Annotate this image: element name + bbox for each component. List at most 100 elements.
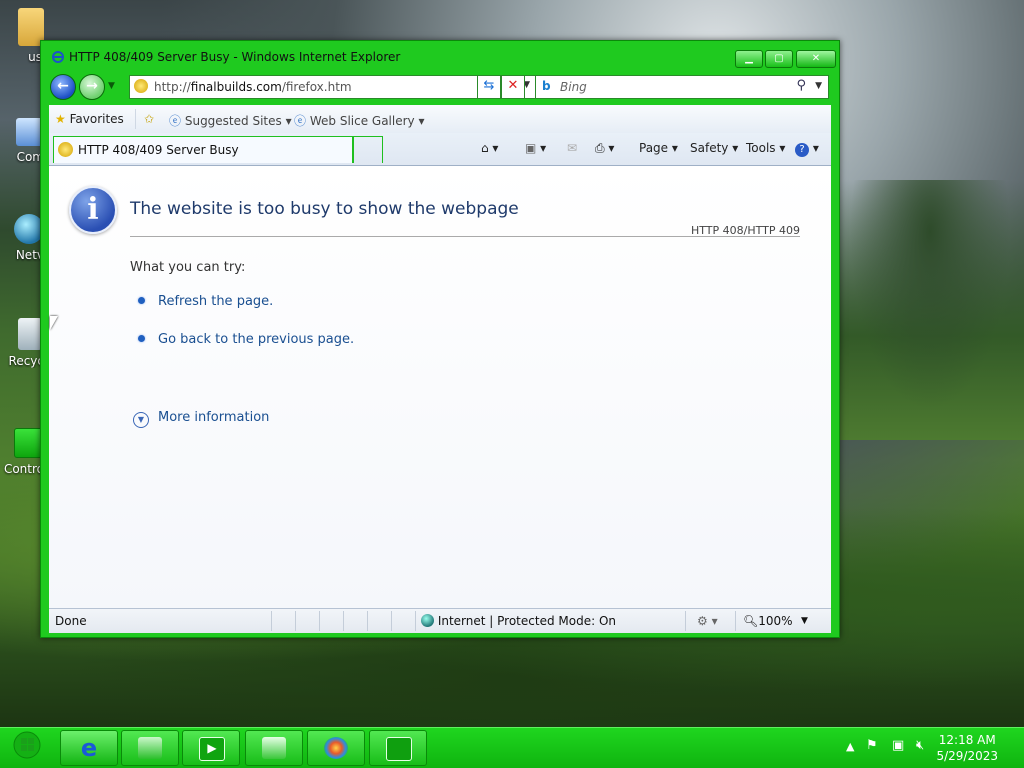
divider bbox=[343, 611, 344, 631]
tab-active[interactable]: HTTP 408/409 Server Busy bbox=[53, 136, 353, 163]
divider bbox=[295, 611, 296, 631]
new-tab-button[interactable] bbox=[353, 136, 383, 163]
protected-mode-icon[interactable]: ⚙ ▾ bbox=[697, 614, 718, 628]
status-bar: Done Internet | Protected Mode: On ⚙ ▾ 🔍… bbox=[49, 608, 831, 633]
clock[interactable]: 12:18 AM 5/29/2023 bbox=[936, 732, 998, 764]
tools-menu[interactable]: Tools ▾ bbox=[746, 141, 785, 155]
search-options-dropdown[interactable]: ▼ bbox=[815, 81, 822, 91]
heading-divider bbox=[130, 236, 800, 237]
feeds-icon[interactable]: ▣ ▾ bbox=[525, 141, 546, 155]
desktop-icon-label: Netv bbox=[15, 248, 44, 262]
play-icon: ▶ bbox=[199, 737, 225, 761]
maximize-button[interactable]: ▢ bbox=[765, 50, 793, 68]
divider bbox=[415, 611, 416, 631]
refresh-page-link[interactable]: Refresh the page. bbox=[158, 294, 273, 309]
page-favicon-icon bbox=[58, 142, 73, 157]
add-favorite-icon[interactable]: ✩ bbox=[144, 112, 154, 126]
mail-icon[interactable]: ✉ bbox=[567, 141, 577, 155]
start-button[interactable] bbox=[4, 730, 50, 766]
page-menu[interactable]: Page ▾ bbox=[639, 141, 678, 155]
web-slice-gallery-button[interactable]: ⓔ Web Slice Gallery ▾ bbox=[294, 112, 424, 129]
taskbar-media-player-button[interactable]: ▶ bbox=[182, 730, 240, 766]
close-button[interactable]: ✕ bbox=[796, 50, 836, 68]
desktop-icon-label: Contro bbox=[3, 462, 44, 476]
divider bbox=[271, 611, 272, 631]
tab-title: HTTP 408/409 Server Busy bbox=[78, 143, 239, 157]
security-zone[interactable]: Internet | Protected Mode: On bbox=[421, 614, 616, 628]
taskbar-app-button[interactable] bbox=[245, 730, 303, 766]
title-bar[interactable]: HTTP 408/409 Server Busy - Windows Inter… bbox=[41, 41, 839, 71]
clock-time: 12:18 AM bbox=[938, 733, 996, 747]
desktop-icon-computer[interactable]: Com bbox=[0, 118, 44, 164]
back-button[interactable]: ← bbox=[50, 74, 76, 100]
divider bbox=[135, 109, 136, 129]
mouse-cursor bbox=[50, 316, 58, 330]
favorites-bar: ★ Favorites ✩ ⓔ Suggested Sites ▾ ⓔ Web … bbox=[49, 105, 831, 134]
page-icon bbox=[134, 79, 148, 93]
ie-logo-icon bbox=[52, 51, 64, 63]
zoom-dropdown[interactable]: ▼ bbox=[801, 616, 808, 626]
clock-date: 5/29/2023 bbox=[936, 749, 998, 763]
status-text: Done bbox=[55, 614, 87, 628]
divider bbox=[367, 611, 368, 631]
show-hidden-icons[interactable]: ▲ bbox=[846, 740, 854, 753]
address-url: http://finalbuilds.com/firefox.htm bbox=[154, 80, 352, 94]
tab-bar: HTTP 408/409 Server Busy ⌂ ▾ ▣ ▾ ✉ ⎙ ▾ P… bbox=[49, 133, 831, 166]
app-icon bbox=[262, 737, 286, 759]
taskbar-ie-button[interactable]: e bbox=[60, 730, 118, 766]
divider bbox=[685, 611, 686, 631]
flag-icon[interactable]: ⚑ bbox=[866, 738, 878, 753]
desktop-icon-network[interactable]: Netv bbox=[0, 214, 44, 262]
search-box[interactable]: b Bing ⚲ ▼ bbox=[535, 75, 829, 99]
desktop-icon-label: us bbox=[28, 50, 42, 64]
windows-logo-icon bbox=[13, 731, 41, 759]
taskbar-control-panel-button[interactable] bbox=[369, 730, 427, 766]
control-panel-icon bbox=[386, 737, 412, 761]
search-icon[interactable]: ⚲ bbox=[796, 78, 806, 93]
desktop-icon-user-folder[interactable]: us bbox=[0, 8, 44, 64]
print-icon[interactable]: ⎙ ▾ bbox=[595, 141, 614, 156]
safety-menu[interactable]: Safety ▾ bbox=[690, 141, 738, 155]
desktop-icon-label: Recyc bbox=[8, 354, 44, 368]
bullet-icon bbox=[138, 297, 145, 304]
home-icon[interactable]: ⌂ ▾ bbox=[481, 141, 498, 155]
zoom-icon: 🔍︎ bbox=[743, 614, 759, 628]
favorites-button[interactable]: ★ Favorites bbox=[55, 112, 124, 126]
divider bbox=[391, 611, 392, 631]
desktop-icon-label: Com bbox=[16, 150, 44, 164]
ie-page-icon: ⓔ bbox=[294, 114, 307, 128]
ie-page-icon: ⓔ bbox=[169, 114, 182, 128]
desktop-icon-recycle-bin[interactable]: Recyc bbox=[0, 318, 44, 368]
taskbar-explorer-button[interactable] bbox=[121, 730, 179, 766]
desktop-icon-control-panel[interactable]: Contro bbox=[0, 428, 44, 476]
taskbar-windows-button[interactable] bbox=[307, 730, 365, 766]
forward-button[interactable]: → bbox=[79, 74, 105, 100]
wallpaper-forest bbox=[836, 180, 1024, 440]
globe-icon bbox=[421, 614, 434, 627]
folder-icon bbox=[138, 737, 162, 759]
refresh-button[interactable]: ⇆ bbox=[477, 75, 501, 99]
bing-logo-icon: b bbox=[542, 79, 551, 93]
recent-pages-dropdown[interactable]: ▼ bbox=[108, 81, 115, 91]
zoom-level[interactable]: 🔍︎100% bbox=[743, 614, 793, 628]
expand-chevron-icon[interactable]: ▼ bbox=[133, 412, 149, 428]
address-bar[interactable]: http://finalbuilds.com/firefox.htm ▼ bbox=[129, 75, 537, 99]
ie-window: HTTP 408/409 Server Busy - Windows Inter… bbox=[40, 40, 840, 638]
bullet-icon bbox=[138, 335, 145, 342]
what-you-can-try-label: What you can try: bbox=[130, 260, 246, 275]
recycle-bin-icon bbox=[18, 318, 42, 350]
more-information-link[interactable]: More information bbox=[158, 410, 269, 425]
ie-icon: e bbox=[80, 734, 98, 762]
error-heading: The website is too busy to show the webp… bbox=[130, 199, 519, 219]
divider bbox=[319, 611, 320, 631]
volume-muted-icon[interactable]: 🔇︎ bbox=[916, 738, 924, 753]
help-icon[interactable]: ? ▾ bbox=[795, 141, 819, 157]
minimize-button[interactable]: ▁ bbox=[735, 50, 763, 68]
network-icon[interactable]: ▣ bbox=[892, 738, 904, 753]
star-icon: ★ bbox=[55, 112, 66, 126]
stop-button[interactable]: ✕ bbox=[501, 75, 525, 99]
suggested-sites-button[interactable]: ⓔ Suggested Sites ▾ bbox=[169, 112, 292, 129]
divider bbox=[735, 611, 736, 631]
search-placeholder: Bing bbox=[560, 80, 587, 94]
go-back-link[interactable]: Go back to the previous page. bbox=[158, 332, 354, 347]
